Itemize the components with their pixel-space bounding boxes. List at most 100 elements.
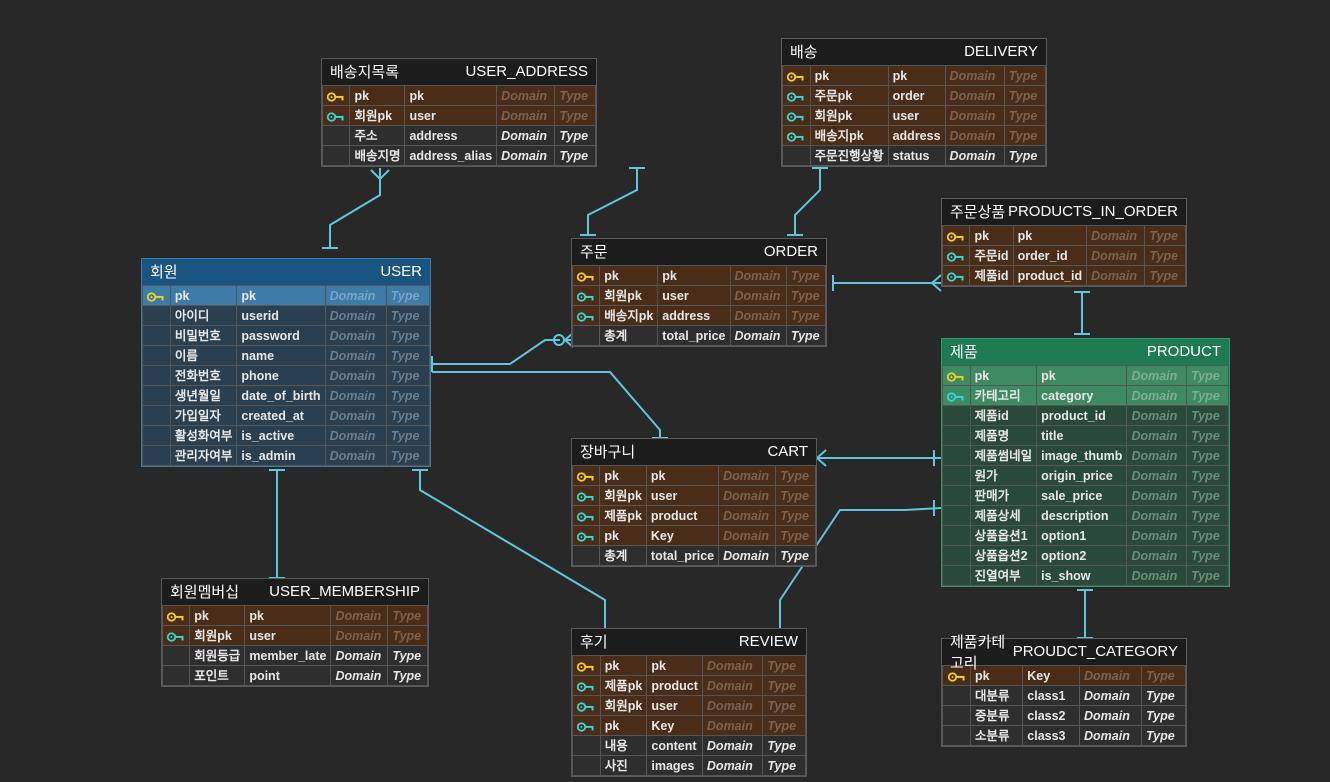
entity-header-delivery[interactable]: 배송 DELIVERY (782, 39, 1046, 65)
entity-product[interactable]: 제품 PRODUCT pk pk Domain Type 카테고리 category Domai… (941, 338, 1230, 587)
column-row[interactable]: 제품상세 description Domain Type (942, 505, 1229, 526)
column-domain[interactable]: Domain (496, 105, 556, 126)
column-row[interactable]: pk pk Domain Type (321, 85, 596, 106)
entity-cart[interactable]: 장바구니 CART pk pk Domain Type 회원pk user Domain Type… (571, 438, 817, 567)
column-type[interactable]: Type (1186, 425, 1229, 446)
column-type[interactable]: Type (387, 645, 428, 666)
column-row[interactable]: 비밀번호 password Domain Type (142, 325, 431, 346)
column-type[interactable]: Type (385, 425, 431, 446)
column-row[interactable]: 아이디 userid Domain Type (142, 305, 431, 326)
column-domain[interactable]: Domain (1126, 525, 1188, 546)
column-domain[interactable]: Domain (1126, 545, 1188, 566)
column-row[interactable]: 포인트 point Domain Type (161, 665, 428, 686)
column-row[interactable]: pk pk Domain Type (142, 285, 431, 306)
entity-delivery[interactable]: 배송 DELIVERY pk pk Domain Type 주문pk order Domain T… (781, 38, 1047, 167)
column-row[interactable]: pk pk Domain Type (942, 365, 1229, 386)
column-row[interactable]: 제품id product_id Domain Type (942, 405, 1229, 426)
column-row[interactable]: 소분류 class3 Domain Type (942, 725, 1186, 746)
column-type[interactable]: Type (385, 385, 431, 406)
column-domain[interactable]: Domain (324, 425, 387, 446)
column-type[interactable]: Type (1141, 725, 1186, 746)
column-row[interactable]: 활성화여부 is_active Domain Type (142, 425, 431, 446)
column-row[interactable]: 제품pk product Domain Type (571, 505, 816, 526)
column-domain[interactable]: Domain (1079, 685, 1142, 706)
column-domain[interactable]: Domain (944, 145, 1005, 166)
column-type[interactable]: Type (1186, 405, 1229, 426)
column-domain[interactable]: Domain (729, 285, 787, 306)
column-row[interactable]: 배송지pk address Domain Type (782, 125, 1047, 146)
column-type[interactable]: Type (1141, 685, 1186, 706)
column-type[interactable]: Type (1186, 465, 1229, 486)
column-domain[interactable]: Domain (324, 345, 387, 366)
column-type[interactable]: Type (554, 105, 596, 126)
column-type[interactable]: Type (1003, 105, 1047, 126)
column-domain[interactable]: Domain (324, 405, 387, 426)
column-row[interactable]: 원가 origin_price Domain Type (942, 465, 1229, 486)
column-type[interactable]: Type (775, 525, 816, 546)
column-row[interactable]: pk pk Domain Type (571, 265, 827, 286)
column-row[interactable]: 회원등급 member_late Domain Type (161, 645, 428, 666)
column-row[interactable]: 중분류 class2 Domain Type (942, 705, 1186, 726)
column-domain[interactable]: Domain (718, 525, 777, 546)
column-domain[interactable]: Domain (1126, 425, 1188, 446)
column-type[interactable]: Type (1003, 125, 1047, 146)
column-domain[interactable]: Domain (718, 545, 777, 566)
column-domain[interactable]: Domain (1126, 465, 1188, 486)
column-domain[interactable]: Domain (496, 125, 556, 146)
column-type[interactable]: Type (385, 305, 431, 326)
column-row[interactable]: 제품명 title Domain Type (942, 425, 1229, 446)
column-domain[interactable]: Domain (1126, 485, 1188, 506)
column-domain[interactable]: Domain (1126, 365, 1188, 386)
column-type[interactable]: Type (762, 655, 806, 676)
column-type[interactable]: Type (1141, 665, 1186, 686)
column-row[interactable]: 회원pk user Domain Type (571, 285, 827, 306)
column-domain[interactable]: Domain (701, 655, 764, 676)
column-domain[interactable]: Domain (1079, 705, 1142, 726)
column-type[interactable]: Type (775, 465, 816, 486)
column-domain[interactable]: Domain (324, 305, 387, 326)
column-row[interactable]: 상품옵션2 option2 Domain Type (942, 545, 1229, 566)
column-type[interactable]: Type (785, 265, 827, 286)
entity-order[interactable]: 주문 ORDER pk pk Domain Type 회원pk user Domain Type 배… (571, 238, 827, 347)
column-row[interactable]: 이름 name Domain Type (142, 345, 431, 366)
column-row[interactable]: 주소 address Domain Type (321, 125, 596, 146)
column-domain[interactable]: Domain (1086, 265, 1146, 286)
column-row[interactable]: 사진 images Domain Type (572, 755, 806, 776)
column-type[interactable]: Type (775, 545, 816, 566)
column-row[interactable]: 제품썸네일 image_thumb Domain Type (942, 445, 1229, 466)
column-domain[interactable]: Domain (944, 85, 1005, 106)
column-domain[interactable]: Domain (330, 605, 389, 626)
column-domain[interactable]: Domain (1086, 245, 1146, 266)
column-type[interactable]: Type (1186, 505, 1229, 526)
entity-header-review[interactable]: 후기 REVIEW (572, 629, 806, 655)
column-type[interactable]: Type (1003, 85, 1047, 106)
column-type[interactable]: Type (387, 625, 428, 646)
column-type[interactable]: Type (785, 285, 827, 306)
column-row[interactable]: pk pk Domain Type (161, 605, 428, 626)
column-domain[interactable]: Domain (944, 105, 1005, 126)
column-type[interactable]: Type (775, 505, 816, 526)
column-row[interactable]: pk pk Domain Type (782, 65, 1047, 86)
column-domain[interactable]: Domain (324, 385, 387, 406)
column-type[interactable]: Type (554, 125, 596, 146)
column-row[interactable]: pk Key Domain Type (942, 665, 1186, 686)
column-domain[interactable]: Domain (729, 325, 787, 346)
entity-header-user[interactable]: 회원 USER (142, 259, 430, 285)
column-row[interactable]: pk pk Domain Type (571, 465, 816, 486)
column-type[interactable]: Type (762, 675, 806, 696)
entity-products_in_order[interactable]: 주문상품 PRODUCTS_IN_ORDER pk pk Domain Type 주문id o… (941, 198, 1187, 287)
column-domain[interactable]: Domain (944, 65, 1005, 86)
column-domain[interactable]: Domain (1126, 405, 1188, 426)
entity-user[interactable]: 회원 USER pk pk Domain Type 아이디 userid Domain Type 비… (141, 258, 431, 467)
column-type[interactable]: Type (1144, 245, 1186, 266)
column-domain[interactable]: Domain (1079, 665, 1142, 686)
column-row[interactable]: pk Key Domain Type (572, 715, 806, 736)
column-type[interactable]: Type (762, 695, 806, 716)
column-type[interactable]: Type (387, 605, 428, 626)
column-domain[interactable]: Domain (1126, 565, 1188, 586)
column-type[interactable]: Type (1141, 705, 1186, 726)
column-type[interactable]: Type (1144, 225, 1186, 246)
column-domain[interactable]: Domain (324, 285, 387, 306)
column-type[interactable]: Type (762, 735, 806, 756)
column-type[interactable]: Type (385, 345, 431, 366)
